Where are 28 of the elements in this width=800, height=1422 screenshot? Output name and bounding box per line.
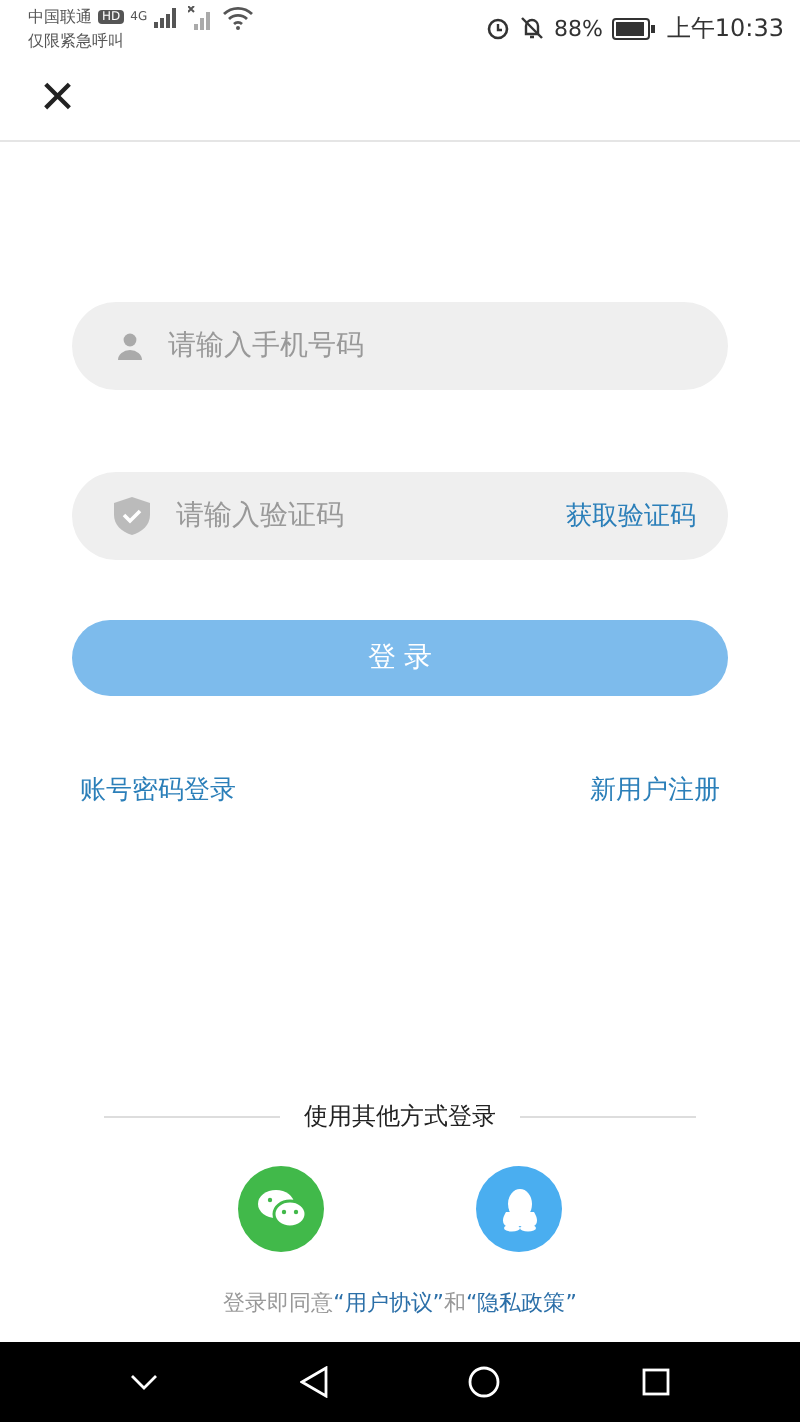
agreement-link[interactable]: “隐私政策” <box>466 1290 577 1316</box>
text-link[interactable]: 新用户注册 <box>590 772 720 808</box>
text-link[interactable]: 账号密码登录 <box>80 772 236 808</box>
mute-icon <box>519 16 544 40</box>
battery-percent: 88% <box>553 15 603 41</box>
emergency-label: 仅限紧急呼叫 <box>28 31 126 51</box>
signal-icon <box>187 5 216 29</box>
shield-icon <box>114 497 150 535</box>
section-title: 使用其他方式登录 <box>304 1100 496 1134</box>
recents-icon[interactable] <box>641 1368 670 1396</box>
battery-icon <box>612 17 657 39</box>
back-icon[interactable] <box>299 1366 328 1398</box>
home-icon[interactable] <box>468 1366 501 1398</box>
carrier-name: 中国联通 <box>28 7 92 27</box>
phone-field[interactable]: 请输入手机号码 <box>72 302 728 390</box>
signal-icon <box>153 7 182 27</box>
chevron-down-icon[interactable] <box>130 1374 159 1390</box>
close-button[interactable]: × <box>36 68 80 128</box>
wifi-icon <box>221 5 254 29</box>
chat-bubbles-icon <box>255 1187 307 1231</box>
penguin-icon <box>501 1187 537 1231</box>
clock: 上午10:33 <box>666 11 784 45</box>
agreement-link[interactable]: “用户协议” <box>333 1290 444 1316</box>
chat-bubbles-button[interactable] <box>238 1166 324 1252</box>
agreement-text: 登录即同意“用户协议”和“隐私政策” <box>223 1288 577 1318</box>
person-icon <box>116 332 144 360</box>
get-code-link[interactable]: 获取验证码 <box>566 498 696 534</box>
alarm-icon <box>485 16 510 40</box>
